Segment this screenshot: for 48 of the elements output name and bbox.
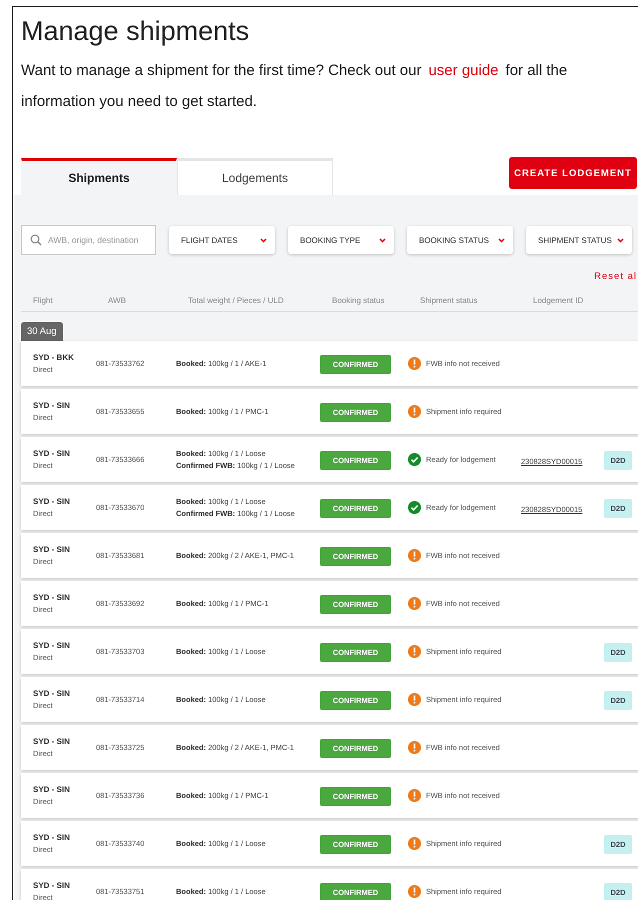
- flight-route: SYD - SIN: [33, 593, 71, 602]
- caret-icon: [498, 238, 505, 242]
- intro-text: Want to manage a shipment for the first time? Check out our user guide for all the information you need to get started.: [21, 61, 568, 112]
- date-label: 30 Aug: [21, 322, 63, 341]
- column-header: Booking status: [332, 296, 386, 305]
- column-header: Lodgement ID: [533, 296, 584, 305]
- tab[interactable]: Shipments: [21, 158, 177, 195]
- reset-link[interactable]: Reset al: [594, 271, 637, 282]
- flight-route: SYD - BKK: [33, 353, 75, 362]
- column-header: Total weight / Pieces / ULD: [188, 296, 285, 305]
- exclamation-icon: [408, 885, 421, 898]
- flight-route: SYD - SIN: [33, 881, 71, 890]
- exclamation-icon: [408, 357, 421, 370]
- flight-route: SYD - SIN: [33, 785, 71, 794]
- exclamation-icon: [408, 597, 421, 610]
- checkmark-icon: [408, 501, 421, 514]
- flight-route: SYD - SIN: [33, 401, 71, 410]
- flight-route: SYD - SIN: [33, 497, 71, 506]
- user-guide-link[interactable]: user guide: [428, 62, 499, 79]
- flight-route: SYD - SIN: [33, 641, 71, 650]
- exclamation-icon: [408, 405, 421, 418]
- column-header: Shipment status: [420, 296, 478, 305]
- filter-dropdown[interactable]: BOOKING STATUS: [407, 226, 513, 254]
- exclamation-icon: [408, 645, 421, 658]
- exclamation-icon: [408, 549, 421, 562]
- caret-icon: [260, 238, 267, 242]
- caret-icon: [617, 238, 624, 242]
- exclamation-icon: [408, 789, 421, 802]
- page-title: Manage shipments: [21, 15, 250, 48]
- checkmark-icon: [408, 453, 421, 466]
- filter-dropdown[interactable]: FLIGHT DATES: [169, 226, 275, 254]
- exclamation-icon: [408, 741, 421, 754]
- exclamation-icon: [408, 837, 421, 850]
- exclamation-icon: [408, 693, 421, 706]
- filter-dropdown[interactable]: BOOKING TYPE: [288, 226, 394, 254]
- flight-route: SYD - SIN: [33, 449, 71, 458]
- search-icon: [30, 234, 42, 246]
- filter-dropdown[interactable]: SHIPMENT STATUS: [526, 226, 632, 254]
- tab[interactable]: Lodgements: [177, 158, 333, 195]
- flight-route: SYD - SIN: [33, 689, 71, 698]
- flight-route: SYD - SIN: [33, 545, 71, 554]
- column-header: Flight: [33, 296, 54, 305]
- column-header: AWB: [108, 296, 127, 305]
- flight-route: SYD - SIN: [33, 737, 71, 746]
- caret-icon: [379, 238, 386, 242]
- flight-route: SYD - SIN: [33, 833, 71, 842]
- create-lodgement-button[interactable]: CREATE LODGEMENT: [509, 157, 637, 189]
- search-field[interactable]: AWB, origin, destination: [21, 225, 156, 255]
